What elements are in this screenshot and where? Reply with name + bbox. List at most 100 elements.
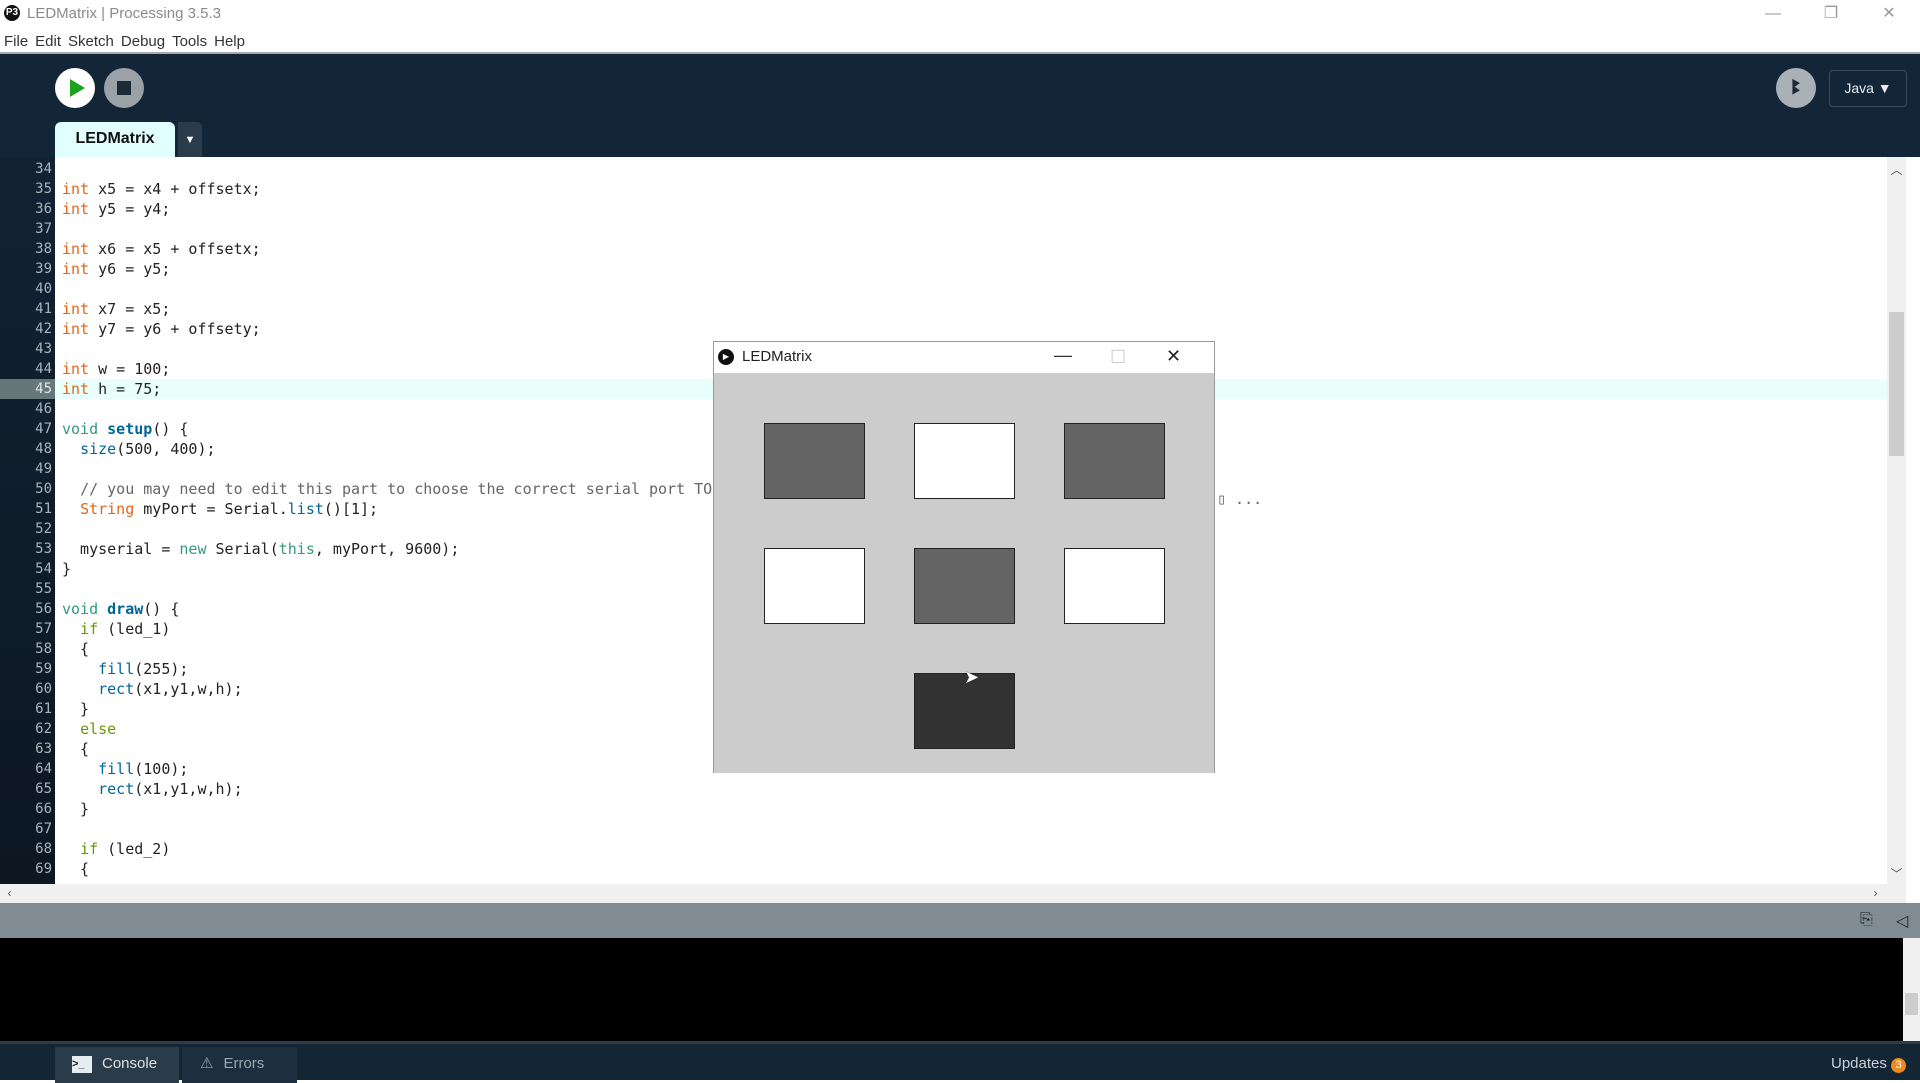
- run-button[interactable]: [55, 68, 95, 108]
- mode-selector[interactable]: Java ▼: [1829, 70, 1907, 107]
- tab-errors[interactable]: ⚠ Errors: [182, 1047, 297, 1083]
- code-token: , myPort, 9600);: [314, 540, 460, 558]
- line-number: 60: [35, 681, 52, 697]
- scroll-down-icon[interactable]: ﹀: [1887, 865, 1906, 882]
- line-number: 55: [35, 581, 52, 597]
- code-text: int x7 = x5;: [62, 299, 170, 319]
- line-number: 57: [35, 621, 52, 637]
- line-number: 41: [35, 301, 52, 317]
- code-line[interactable]: 42 int y7 = y6 + offsety;: [0, 319, 1887, 339]
- tab-errors-label: Errors: [223, 1055, 265, 1072]
- code-line[interactable]: 68 if (led_2): [0, 839, 1887, 859]
- triangle-left-icon[interactable]: ◁: [1896, 911, 1908, 931]
- code-token: }: [62, 700, 90, 718]
- sketch-close-button[interactable]: ✕: [1166, 346, 1181, 367]
- line-number: 62: [35, 721, 52, 737]
- code-token: (100);: [134, 760, 189, 778]
- debug-button[interactable]: ꔪ: [1776, 68, 1816, 108]
- terminal-icon: >_: [72, 1055, 92, 1073]
- code-text: else: [62, 719, 116, 739]
- code-line[interactable]: 37: [0, 219, 1887, 239]
- line-number: 36: [35, 201, 52, 217]
- restore-button[interactable]: ❐: [1802, 0, 1860, 27]
- scroll-right-icon[interactable]: ›: [1866, 886, 1885, 900]
- line-number: 65: [35, 781, 52, 797]
- code-token: y5 = y4;: [89, 200, 171, 218]
- title-bar: P3 LEDMatrix | Processing 3.5.3 — ❐ ✕: [0, 0, 1920, 27]
- menu-edit[interactable]: Edit: [31, 27, 64, 50]
- scroll-up-icon[interactable]: ︿: [1887, 161, 1906, 178]
- code-line[interactable]: 69 {: [0, 859, 1887, 879]
- code-text: int x6 = x5 + offsetx;: [62, 239, 261, 259]
- code-token: void: [62, 600, 99, 618]
- led-5: [914, 548, 1015, 624]
- code-text: }: [62, 699, 89, 719]
- code-token: w = 100;: [89, 360, 171, 378]
- code-token: x5 = x4 + offsetx;: [89, 180, 261, 198]
- line-number: 35: [35, 181, 52, 197]
- menu-debug[interactable]: Debug: [117, 27, 168, 50]
- menu-help[interactable]: Help: [210, 27, 248, 50]
- code-token: if: [80, 620, 99, 638]
- code-text: int y6 = y5;: [62, 259, 170, 279]
- horizontal-scrollbar[interactable]: ‹ ›: [0, 884, 1906, 903]
- menu-file[interactable]: File: [0, 27, 31, 50]
- clipboard-icon[interactable]: ⎘: [1860, 911, 1873, 929]
- sketch-canvas[interactable]: [714, 373, 1214, 773]
- line-number: 38: [35, 241, 52, 257]
- code-token: int: [62, 360, 90, 378]
- code-line[interactable]: 66 }: [0, 799, 1887, 819]
- tab-console[interactable]: >_ Console: [55, 1047, 179, 1083]
- code-line[interactable]: 41 int x7 = x5;: [0, 299, 1887, 319]
- vertical-scroll-thumb[interactable]: [1889, 312, 1904, 456]
- code-line[interactable]: 35 int x5 = x4 + offsetx;: [0, 179, 1887, 199]
- tab-ledmatrix[interactable]: LEDMatrix: [55, 122, 175, 157]
- line-number: 42: [35, 321, 52, 337]
- code-line[interactable]: 38 int x6 = x5 + offsetx;: [0, 239, 1887, 259]
- line-number: 54: [35, 561, 52, 577]
- code-line[interactable]: 36 int y5 = y4;: [0, 199, 1887, 219]
- toolbar: [0, 54, 1920, 157]
- line-number: 59: [35, 661, 52, 677]
- code-line[interactable]: 40: [0, 279, 1887, 299]
- sketch-title-bar: ▶ LEDMatrix — ☐ ✕: [714, 342, 1214, 373]
- sketch-title: LEDMatrix: [742, 348, 813, 365]
- menu-sketch[interactable]: Sketch: [64, 27, 117, 50]
- mouse-cursor-icon: ➤: [964, 667, 980, 687]
- code-token: {: [62, 740, 90, 758]
- code-line[interactable]: 65 rect(x1,y1,w,h);: [0, 779, 1887, 799]
- code-token: int: [62, 240, 90, 258]
- console-scrollbar[interactable]: [1903, 938, 1920, 1041]
- line-number: 51: [35, 501, 52, 517]
- code-token: }: [62, 800, 90, 818]
- scroll-left-icon[interactable]: ‹: [0, 886, 19, 900]
- code-token: (x1,y1,w,h);: [134, 680, 243, 698]
- updates-link[interactable]: Updates 3: [1831, 1055, 1907, 1073]
- code-line[interactable]: 34: [0, 159, 1887, 179]
- vertical-scrollbar[interactable]: ︿ ﹀: [1887, 157, 1906, 884]
- code-token: rect: [98, 780, 135, 798]
- led-2: [914, 423, 1015, 499]
- console-scroll-thumb[interactable]: [1905, 993, 1918, 1015]
- code-token: int: [62, 180, 90, 198]
- stop-button[interactable]: [104, 68, 144, 108]
- code-token: fill: [98, 760, 135, 778]
- tab-menu-button[interactable]: ▼: [178, 122, 202, 157]
- code-line[interactable]: 39 int y6 = y5;: [0, 259, 1887, 279]
- close-button[interactable]: ✕: [1860, 0, 1918, 27]
- sketch-minimize-button[interactable]: —: [1054, 345, 1072, 366]
- minimize-button[interactable]: —: [1744, 0, 1802, 27]
- code-text: fill(255);: [62, 659, 188, 679]
- console-output[interactable]: [0, 938, 1903, 1041]
- code-line[interactable]: 67: [0, 819, 1887, 839]
- code-token: ()[1];: [323, 500, 379, 518]
- updates-label: Updates: [1831, 1055, 1887, 1072]
- menu-tools[interactable]: Tools: [168, 27, 210, 50]
- line-number: 43: [35, 341, 52, 357]
- code-token: int: [62, 200, 90, 218]
- led-3: [1064, 423, 1165, 499]
- line-number: 52: [35, 521, 52, 537]
